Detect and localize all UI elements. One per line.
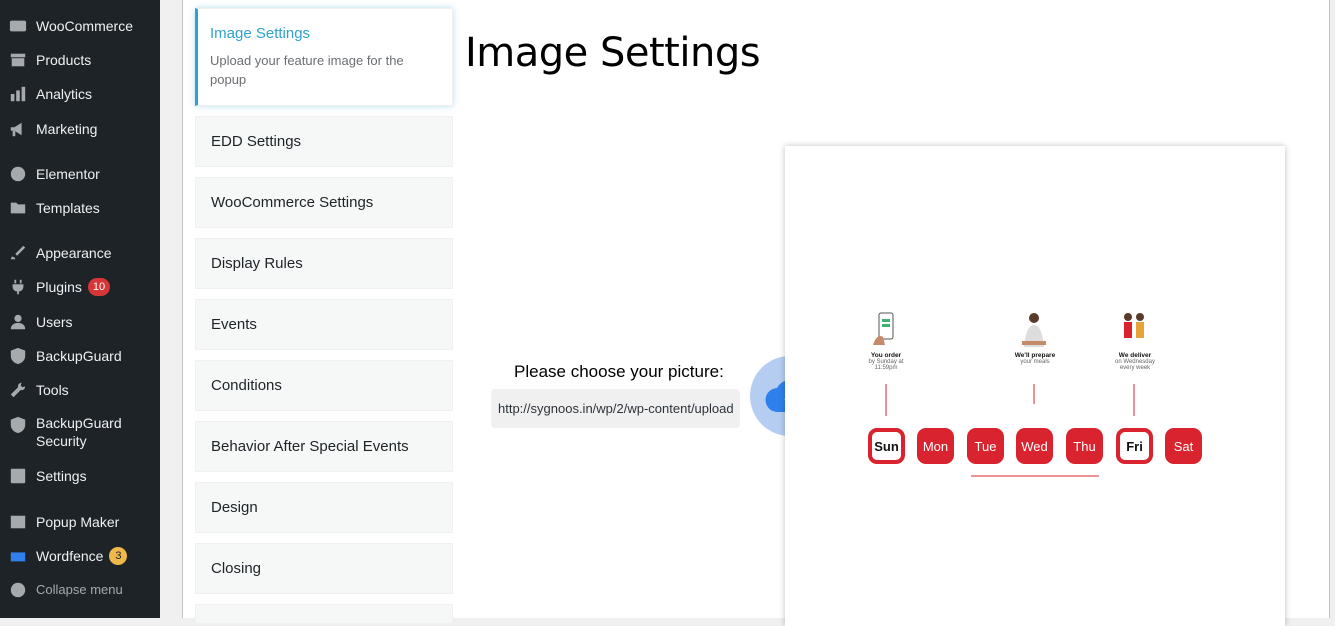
- admin-sidebar: WooCommerce Products Analytics Marketing…: [0, 0, 160, 618]
- collapse-icon: [0, 581, 36, 599]
- image-url-input[interactable]: [491, 389, 740, 428]
- tab-conditions[interactable]: Conditions: [195, 360, 453, 411]
- sliders-icon: [0, 467, 36, 485]
- tab-display-rules[interactable]: Display Rules: [195, 238, 453, 289]
- menu-item-popup-maker[interactable]: Popup Maker: [0, 505, 160, 539]
- tab-events[interactable]: Events: [195, 299, 453, 350]
- phone-illustration: [873, 312, 894, 345]
- elementor-icon: [0, 165, 36, 183]
- day-tue: Tue: [967, 428, 1004, 464]
- tab-closing[interactable]: Closing: [195, 543, 453, 594]
- woo-icon: [0, 17, 36, 35]
- menu-item-wordfence[interactable]: Wordfence 3: [0, 539, 160, 573]
- menu-item-backupguard-security[interactable]: BackupGuard Security: [0, 414, 160, 454]
- menu-item-woocommerce[interactable]: WooCommerce: [0, 9, 160, 43]
- shield-icon: [0, 347, 36, 365]
- day-fri: Fri: [1116, 428, 1153, 464]
- archive-icon: [0, 51, 36, 69]
- tab-woocommerce-settings[interactable]: WooCommerce Settings: [195, 177, 453, 228]
- chef-illustration: [1022, 313, 1046, 347]
- tab-next[interactable]: [195, 604, 453, 624]
- tab-behavior-after-special-events[interactable]: Behavior After Special Events: [195, 421, 453, 472]
- bar-chart-icon: [0, 85, 36, 103]
- plug-icon: [0, 278, 36, 296]
- menu-item-appearance[interactable]: Appearance: [0, 236, 160, 270]
- table-icon: [0, 513, 36, 531]
- tab-description: Upload your feature image for the popup: [210, 53, 404, 87]
- plugins-update-badge: 10: [87, 278, 111, 296]
- menu-item-backupguard[interactable]: BackupGuard: [0, 339, 160, 373]
- menu-item-plugins[interactable]: Plugins 10: [0, 270, 160, 304]
- shield-icon: [0, 416, 36, 434]
- wordfence-badge: 3: [109, 547, 128, 565]
- menu-item-settings[interactable]: Settings: [0, 459, 160, 493]
- step-we-deliver: We deliver on Wednesday every week: [1115, 352, 1155, 371]
- day-mon: Mon: [917, 428, 954, 464]
- page-title: Image Settings: [465, 30, 761, 76]
- image-preview: You order by Sunday at 11:59pm We'll pre…: [785, 146, 1285, 626]
- choose-picture-label: Please choose your picture:: [514, 362, 724, 381]
- megaphone-icon: [0, 120, 36, 138]
- menu-item-templates[interactable]: Templates: [0, 191, 160, 225]
- tab-title: Image Settings: [210, 25, 311, 42]
- wrench-icon: [0, 381, 36, 399]
- menu-item-elementor[interactable]: Elementor: [0, 157, 160, 191]
- paintbrush-icon: [0, 244, 36, 262]
- tab-image-settings[interactable]: Image Settings Upload your feature image…: [195, 8, 453, 106]
- collapse-menu-button[interactable]: Collapse menu: [0, 573, 160, 607]
- menu-item-users[interactable]: Users: [0, 305, 160, 339]
- tab-design[interactable]: Design: [195, 482, 453, 533]
- day-sun: Sun: [868, 428, 905, 464]
- menu-item-tools[interactable]: Tools: [0, 373, 160, 407]
- menu-item-products[interactable]: Products: [0, 43, 160, 77]
- user-icon: [0, 313, 36, 331]
- step-you-order: You order by Sunday at 11:59pm: [868, 352, 904, 371]
- day-wed: Wed: [1016, 428, 1053, 464]
- day-thu: Thu: [1066, 428, 1103, 464]
- day-sat: Sat: [1165, 428, 1202, 464]
- step-well-prepare: We'll prepare your meals: [1014, 352, 1056, 365]
- delivery-illustration: [1124, 313, 1144, 338]
- menu-item-marketing[interactable]: Marketing: [0, 112, 160, 146]
- menu-item-analytics[interactable]: Analytics: [0, 77, 160, 111]
- wordfence-icon: [0, 547, 36, 565]
- tab-edd-settings[interactable]: EDD Settings: [195, 116, 453, 167]
- folder-icon: [0, 199, 36, 217]
